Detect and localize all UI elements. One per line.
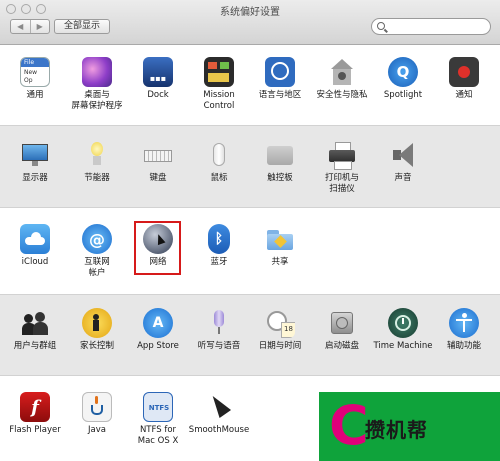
cloud-icon xyxy=(20,224,50,254)
pref-parental-controls[interactable]: 家长控制 xyxy=(65,308,129,352)
flash-icon: f xyxy=(20,392,50,422)
app-store-icon: A xyxy=(143,308,173,338)
pref-sound[interactable]: 声音 xyxy=(371,140,435,184)
pref-mission-control[interactable]: Mission Control xyxy=(187,57,251,112)
dock-icon: ▪▪▪ xyxy=(143,57,173,87)
folder-icon xyxy=(265,224,295,254)
show-all-button[interactable]: 全部显示 xyxy=(54,19,110,34)
pref-keyboard[interactable]: 键盘 xyxy=(126,140,190,184)
pref-date-time[interactable]: 18 日期与时间 xyxy=(248,308,312,352)
pref-users-groups[interactable]: 用户与群组 xyxy=(3,308,67,352)
general-icon: File New Op xyxy=(20,57,50,87)
cursor-icon xyxy=(204,392,234,422)
desktop-icon xyxy=(82,57,112,87)
microphone-icon xyxy=(204,308,234,338)
time-machine-icon xyxy=(388,308,418,338)
ntfs-icon: NTFS xyxy=(143,392,173,422)
pref-internet-accounts[interactable]: @ 互联网 帐户 xyxy=(65,224,129,279)
mouse-icon xyxy=(204,140,234,170)
pref-mouse[interactable]: 鼠标 xyxy=(187,140,251,184)
printer-icon xyxy=(327,140,357,170)
search-input[interactable] xyxy=(390,20,486,33)
watermark-text: 攒机帮 xyxy=(365,418,428,442)
pref-spotlight[interactable]: Q Spotlight xyxy=(371,57,435,101)
accessibility-icon xyxy=(449,308,479,338)
house-lock-icon xyxy=(327,57,357,87)
hard-disk-icon xyxy=(327,308,357,338)
pref-notifications[interactable]: 通知 xyxy=(432,57,496,101)
pref-time-machine[interactable]: Time Machine xyxy=(371,308,435,352)
history-nav: ◀ ▶ xyxy=(10,19,50,34)
pref-startup-disk[interactable]: 启动磁盘 xyxy=(310,308,374,352)
pref-app-store[interactable]: A App Store xyxy=(126,308,190,352)
parental-controls-icon xyxy=(82,308,112,338)
window-title: 系统偏好设置 xyxy=(220,7,280,18)
pref-displays[interactable]: 显示器 xyxy=(3,140,67,184)
watermark-logo: C 攒机帮 xyxy=(319,392,500,461)
speaker-icon xyxy=(388,140,418,170)
pref-flash-player[interactable]: f Flash Player xyxy=(3,392,67,436)
pref-security[interactable]: 安全性与隐私 xyxy=(310,57,374,101)
pref-java[interactable]: Java xyxy=(65,392,129,436)
watermark-letter: C xyxy=(329,394,369,457)
pref-printers[interactable]: 打印机与 扫描仪 xyxy=(310,140,374,195)
notifications-icon xyxy=(449,57,479,87)
lightbulb-icon xyxy=(82,140,112,170)
at-sign-icon: @ xyxy=(82,224,112,254)
forward-button[interactable]: ▶ xyxy=(31,20,50,33)
pref-accessibility[interactable]: 辅助功能 xyxy=(432,308,496,352)
users-icon xyxy=(20,308,50,338)
pref-bluetooth[interactable]: ᛒ 蓝牙 xyxy=(187,224,251,268)
search-field[interactable] xyxy=(371,18,491,35)
pref-smoothmouse[interactable]: SmoothMouse xyxy=(187,392,251,436)
pref-dictation-speech[interactable]: 听写与语音 xyxy=(187,308,251,352)
trackpad-icon xyxy=(265,140,295,170)
network-highlight xyxy=(134,221,181,275)
pref-ntfs[interactable]: NTFS NTFS for Mac OS X xyxy=(126,392,190,447)
pref-desktop[interactable]: 桌面与 屏幕保护程序 xyxy=(65,57,129,112)
display-icon xyxy=(20,140,50,170)
search-icon xyxy=(377,22,385,30)
spotlight-icon: Q xyxy=(388,57,418,87)
pref-language-region[interactable]: 语言与地区 xyxy=(248,57,312,101)
mission-control-icon xyxy=(204,57,234,87)
pref-energy-saver[interactable]: 节能器 xyxy=(65,140,129,184)
bluetooth-icon: ᛒ xyxy=(208,224,230,254)
toolbar: 系统偏好设置 ◀ ▶ 全部显示 xyxy=(0,0,500,45)
java-cup-icon xyxy=(82,392,112,422)
back-button[interactable]: ◀ xyxy=(11,20,31,33)
pref-dock[interactable]: ▪▪▪ Dock xyxy=(126,57,190,101)
clock-calendar-icon: 18 xyxy=(265,308,295,338)
pref-general[interactable]: File New Op 通用 xyxy=(3,57,67,101)
pref-trackpad[interactable]: 触控板 xyxy=(248,140,312,184)
keyboard-icon xyxy=(143,140,173,170)
pref-icloud[interactable]: iCloud xyxy=(3,224,67,268)
flag-icon xyxy=(265,57,295,87)
pref-sharing[interactable]: 共享 xyxy=(248,224,312,268)
